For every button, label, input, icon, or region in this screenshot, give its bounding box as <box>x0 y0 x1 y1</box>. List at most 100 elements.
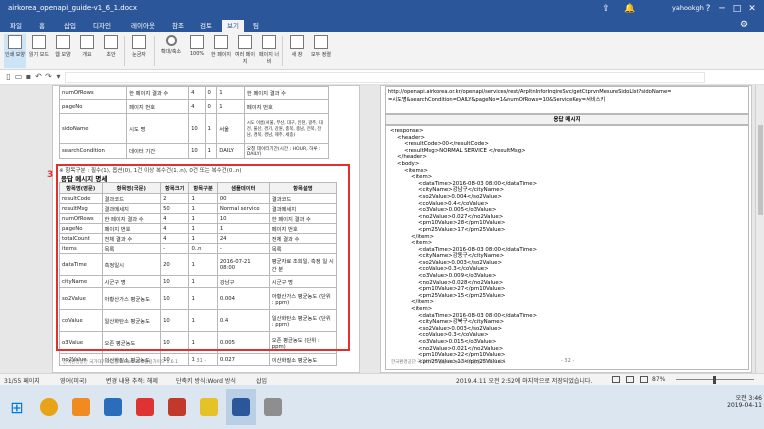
taskbar-app-gray[interactable] <box>258 389 288 425</box>
xml-line: <pm10Value>27</pm10Value> <box>418 286 506 293</box>
page-width-icon <box>262 35 276 49</box>
arrange-all-button[interactable]: 모두 정렬 <box>310 34 332 68</box>
minimize-icon[interactable]: ─ <box>716 3 728 15</box>
word-icon <box>232 398 250 416</box>
open-folder-icon[interactable]: ▭ <box>14 72 23 82</box>
table-row: pageNo 페이지 번호 4 0 1 페이지 번호 <box>58 99 330 114</box>
bell-icon[interactable]: 🔔 <box>624 3 636 15</box>
taskbar-app-yellow[interactable] <box>194 389 224 425</box>
tab-home[interactable]: 홈 <box>32 20 52 32</box>
window-title: airkorea_openapi_guide-v1_6_1.docx <box>8 4 138 12</box>
print-layout-button[interactable]: 인쇄 모양 <box>4 34 26 68</box>
taskbar-app-orange[interactable] <box>66 389 96 425</box>
undo-icon[interactable]: ↶ <box>34 72 43 82</box>
print-layout-icon <box>8 35 22 49</box>
app-icon <box>72 398 90 416</box>
app-icon <box>136 398 154 416</box>
xml-line: <item> <box>411 174 433 181</box>
share-icon[interactable]: ⇪ <box>600 3 612 15</box>
xml-line: </header> <box>397 154 427 161</box>
xml-line: <resultCode>00</resultCode> <box>404 141 489 148</box>
ribbon-tabs: 파일 홈 삽입 디자인 레이아웃 참조 검토 보기 팀 ⚙ <box>0 18 764 32</box>
web-layout-view-icon[interactable] <box>640 376 648 383</box>
start-button[interactable]: ⊞ <box>2 389 32 425</box>
app-icon <box>200 398 218 416</box>
redo-icon[interactable]: ↷ <box>44 72 53 82</box>
system-clock[interactable]: 오전 3:46 2019-04-11 <box>726 393 762 409</box>
taskbar-app-red2[interactable] <box>162 389 192 425</box>
app-icon <box>168 398 186 416</box>
page-width-button[interactable]: 페이지 너비 <box>258 34 280 68</box>
tab-review[interactable]: 검토 <box>194 20 218 32</box>
ribbon-view: 인쇄 모양 읽기 모드 웹 모양 개요 초안 눈금자 확대/축소 100% 한 … <box>0 32 764 70</box>
xml-line: <o3Value>0.015</o3Value> <box>418 339 497 345</box>
read-mode-view-icon[interactable] <box>612 376 620 383</box>
draft-button[interactable]: 초안 <box>100 34 122 68</box>
taskbar-app-red[interactable] <box>130 389 160 425</box>
tab-references[interactable]: 참조 <box>166 20 190 32</box>
page-count[interactable]: 31/55 페이지 <box>4 376 40 385</box>
xml-line: <so2Value>0.003</so2Value> <box>418 259 502 266</box>
taskbar-chrome[interactable] <box>34 389 64 425</box>
scrollbar-thumb[interactable] <box>758 125 763 215</box>
xml-line: <pm25Value>17</pm25Value> <box>418 226 506 233</box>
app-icon <box>264 398 282 416</box>
highlight-box <box>56 164 350 351</box>
shortcut-mode[interactable]: 단축키 방식:Word 방식 <box>176 376 236 385</box>
track-changes-indicator[interactable]: 변경 내용 추적: 해제 <box>106 376 158 385</box>
help-icon[interactable]: ? <box>702 3 714 15</box>
xml-line: <coValue>0.3</coValue> <box>418 266 489 273</box>
table-row: sidoName 시도 명 10 1 서울 시도 이름(서울, 부산, 대구, 인천, 광… <box>58 113 330 144</box>
settings-gear-icon[interactable]: ⚙ <box>738 19 750 31</box>
xml-line: <cityName>강북구</cityName> <box>418 319 505 326</box>
tab-file[interactable]: 파일 <box>4 20 28 32</box>
xml-line: <response> <box>390 128 424 134</box>
xml-line: <coValue>0.3</coValue> <box>418 332 489 339</box>
zoom-slider-thumb[interactable] <box>713 376 716 384</box>
zoom-button[interactable]: 확대/축소 <box>158 34 184 68</box>
tab-design[interactable]: 디자인 <box>86 20 118 32</box>
multiple-pages-button[interactable]: 여러 페이지 <box>234 34 256 68</box>
xml-line: <item> <box>411 306 433 313</box>
tab-view[interactable]: 보기 <box>222 20 244 32</box>
customize-qat-icon[interactable]: ▾ <box>54 72 63 82</box>
xml-line: <items> <box>404 167 429 174</box>
web-layout-icon <box>56 35 70 49</box>
web-layout-button[interactable]: 웹 모양 <box>52 34 74 68</box>
xml-line: <cityName>강동구</cityName> <box>418 253 505 260</box>
new-doc-icon[interactable]: ▯ <box>4 72 13 82</box>
one-page-button[interactable]: 한 페이지 <box>210 34 232 68</box>
tab-team[interactable]: 팀 <box>248 20 264 32</box>
xml-line: <resultMsg>NORMAL SERVICE </resultMsg> <box>404 147 526 154</box>
maximize-icon[interactable]: □ <box>731 3 743 15</box>
xml-line: </item> <box>411 233 435 240</box>
new-window-button[interactable]: 새 창 <box>286 34 308 68</box>
read-mode-button[interactable]: 읽기 모드 <box>28 34 50 68</box>
outline-button[interactable]: 개요 <box>76 34 98 68</box>
save-icon[interactable]: ▪ <box>24 72 33 82</box>
print-layout-view-icon[interactable] <box>626 376 634 383</box>
status-bar: 31/55 페이지 영어(미국) 변경 내용 추적: 해제 단축키 방식:Wor… <box>0 373 764 385</box>
zoom-100-button[interactable]: 100% <box>186 34 208 68</box>
outline-icon <box>80 35 94 49</box>
response-message-header: 응답 메시지 <box>385 114 749 125</box>
user-name[interactable]: yahookgh <box>672 4 704 12</box>
taskbar-word[interactable] <box>226 389 256 425</box>
language-indicator[interactable]: 영어(미국) <box>60 376 87 385</box>
zoom-100-icon <box>190 35 204 49</box>
close-icon[interactable]: ✕ <box>746 3 758 15</box>
ruler-button[interactable]: 눈금자 <box>128 34 150 68</box>
zoom-level[interactable]: 87% <box>652 376 665 383</box>
vertical-scrollbar[interactable] <box>755 85 764 373</box>
horizontal-ruler[interactable] <box>65 72 705 83</box>
insert-mode[interactable]: 삽입 <box>256 376 267 385</box>
xml-line: <so2Value>0.003</so2Value> <box>418 325 502 332</box>
app-icon <box>104 398 122 416</box>
xml-line: <pm25Value>15</pm25Value> <box>418 292 506 299</box>
taskbar-app-blue[interactable] <box>98 389 128 425</box>
xml-line: <body> <box>397 160 420 167</box>
xml-line: <cityName>강남구</cityName> <box>418 187 505 194</box>
tab-layout[interactable]: 레이아웃 <box>124 20 162 32</box>
request-param-table: numOfRows 한 페이지 결과 수401한 페이지 결과 수 pageNo 페… <box>58 86 330 159</box>
tab-insert[interactable]: 삽입 <box>58 20 82 32</box>
